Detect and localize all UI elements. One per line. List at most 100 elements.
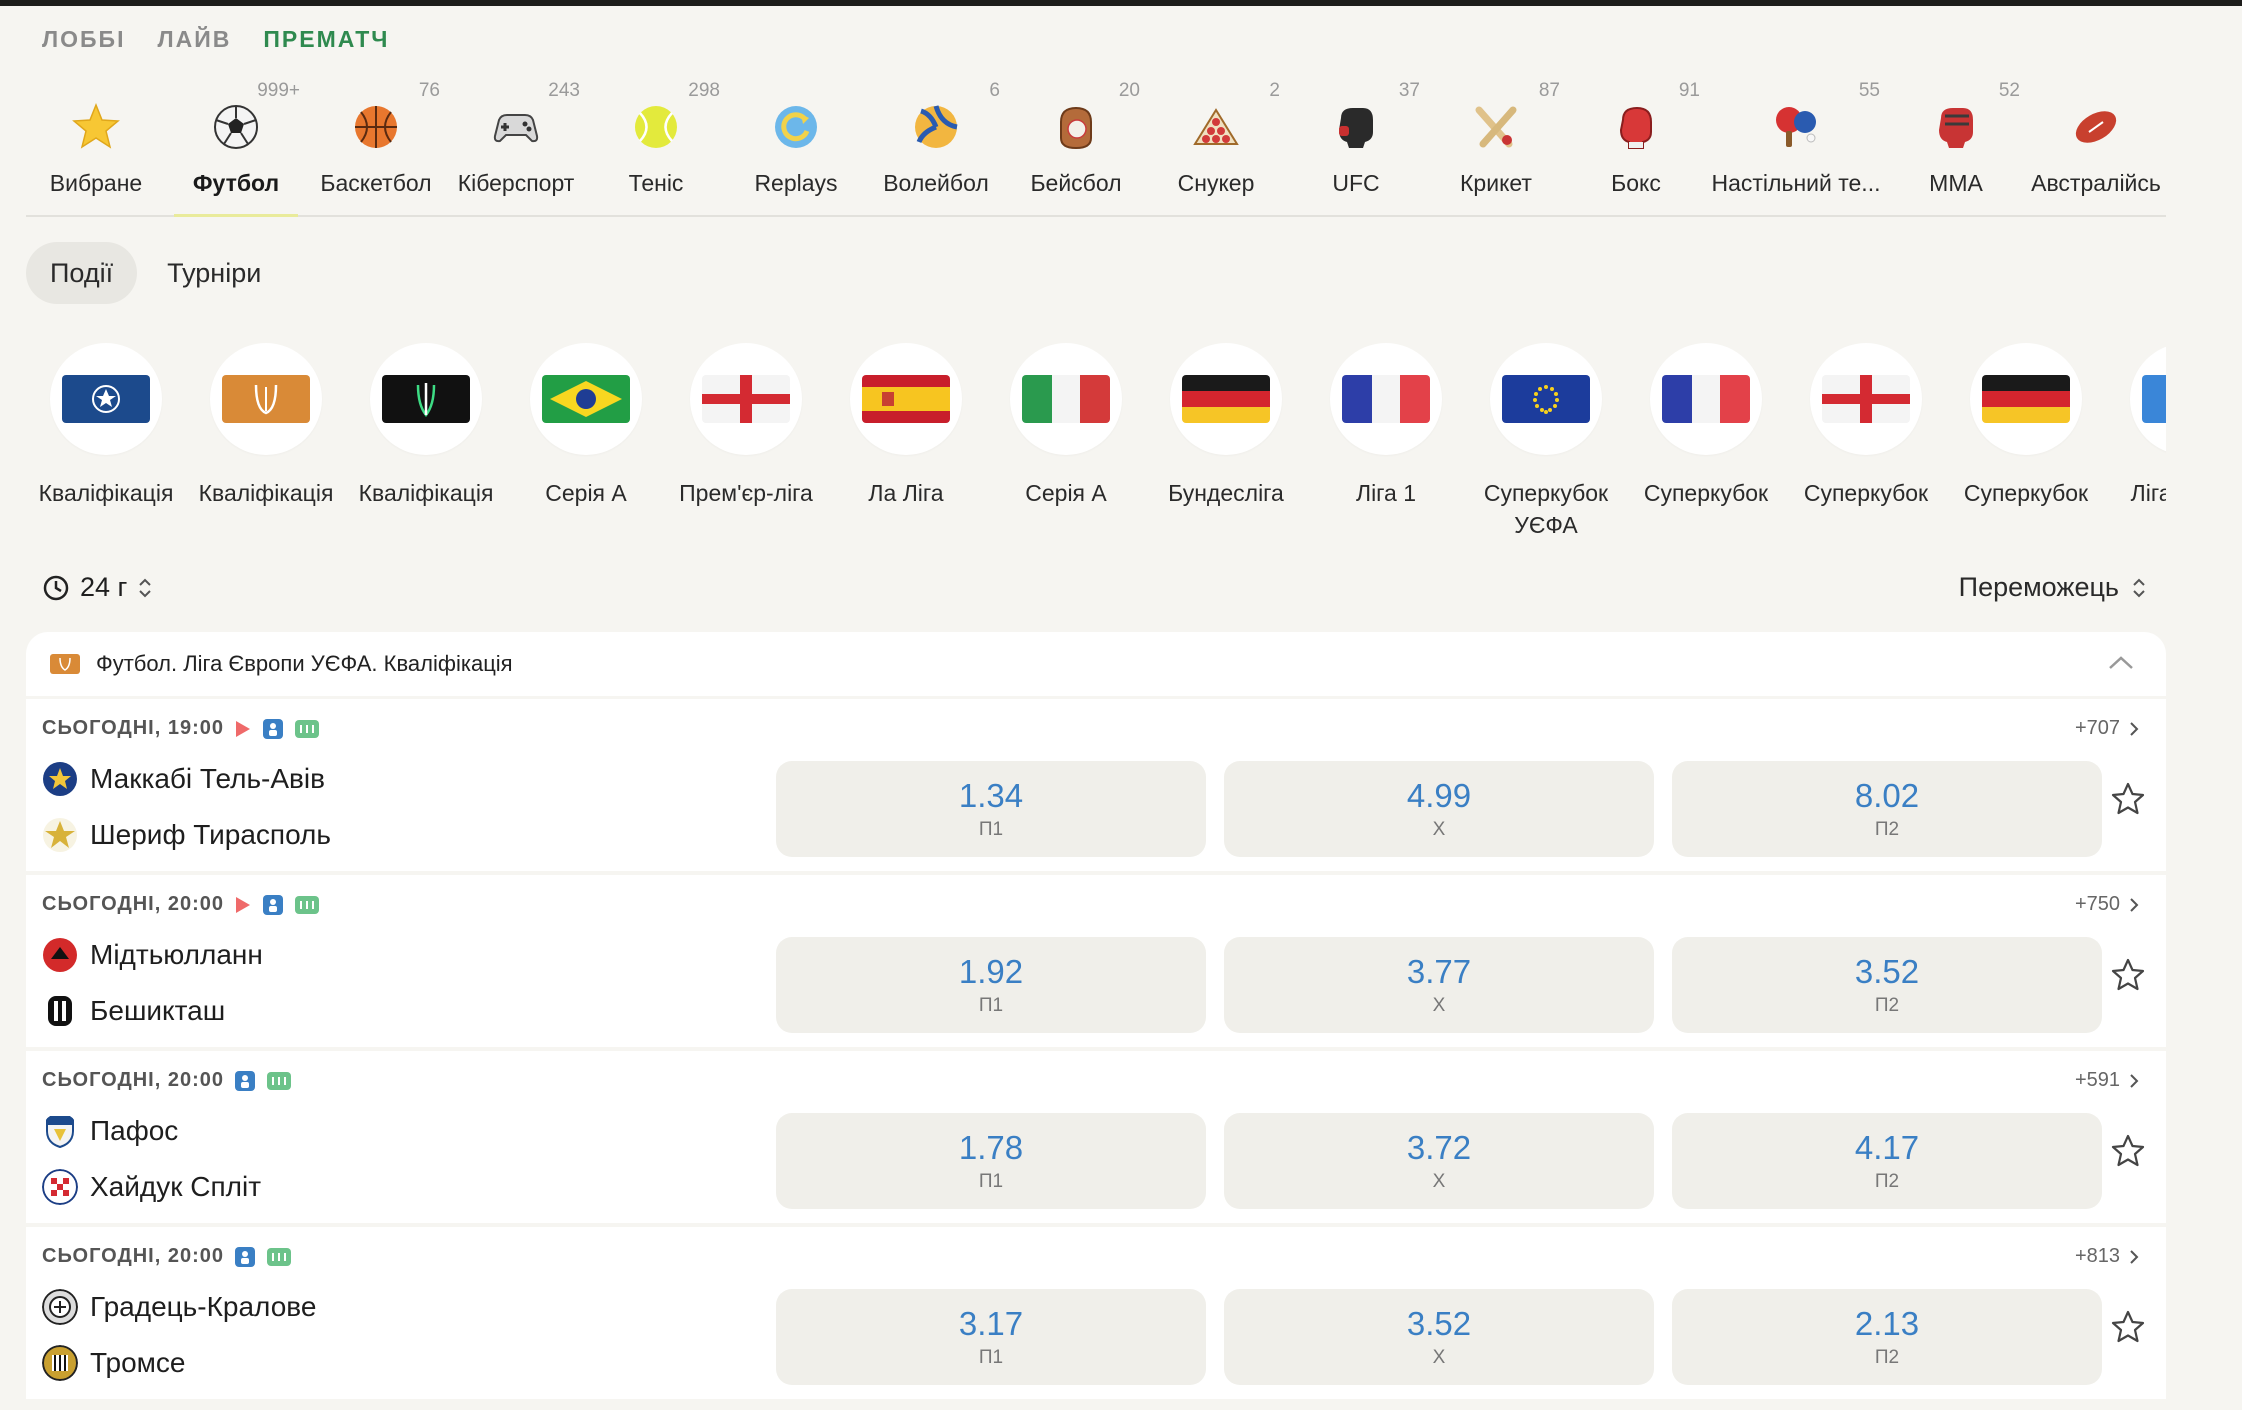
more-markets-count: +750 [2074, 893, 2120, 915]
favorite-star-icon[interactable] [2110, 1133, 2146, 1169]
odd-value: 8.02 [1854, 777, 1920, 814]
tab-tournaments[interactable]: Турніри [143, 242, 285, 304]
sport-esports[interactable]: 243 Кіберспорт [446, 70, 586, 215]
sport-replays[interactable]: Replays [726, 70, 866, 215]
odd-button-away[interactable]: 2.13 П2 [1672, 1289, 2102, 1385]
odd-button-away[interactable]: 3.52 П2 [1672, 937, 2102, 1033]
sport-label: Футбол [192, 170, 280, 196]
favorite-star-icon[interactable] [2110, 781, 2146, 817]
sport-cricket[interactable]: 87 Крикет [1426, 70, 1566, 215]
odd-button-home[interactable]: 1.78 П1 [776, 1113, 1206, 1209]
odd-button-draw[interactable]: 3.72 Х [1224, 1113, 1654, 1209]
more-markets-link[interactable]: +707 [2075, 717, 2140, 740]
sport-australian-football[interactable]: Австралійсь [2026, 70, 2166, 215]
tab-events[interactable]: Події [26, 242, 138, 304]
sport-ufc[interactable]: 37 UFC [1286, 70, 1426, 215]
league-item[interactable]: Ла Ліга [826, 343, 986, 543]
event-time: СЬОГОДНІ, 20:00 [42, 893, 224, 915]
odd-button-home[interactable]: 1.34 П1 [776, 761, 1206, 857]
league-item[interactable]: Кваліфікація [186, 343, 346, 543]
odd-value: 1.34 [958, 777, 1024, 814]
league-item[interactable]: Бундесліга [1146, 343, 1306, 543]
event-row[interactable]: СЬОГОДНІ, 19:00 +707 Маккабі Тель-Авів Ш… [26, 699, 2166, 871]
league-item[interactable]: Суперкубок [1626, 343, 1786, 543]
more-markets-link[interactable]: +591 [2075, 1069, 2140, 1092]
market-filter[interactable]: Переможець [1959, 572, 2147, 603]
odd-value: 4.17 [1854, 1129, 1920, 1166]
odd-button-draw[interactable]: 3.52 Х [1224, 1289, 1654, 1385]
sort-arrows-icon [2133, 578, 2145, 597]
odd-button-away[interactable]: 4.17 П2 [1672, 1113, 2102, 1209]
chevron-up-icon[interactable] [2106, 650, 2136, 676]
odd-value: 3.77 [1406, 953, 1472, 990]
odd-label: П2 [1874, 995, 1900, 1016]
odd-button-home[interactable]: 1.92 П1 [776, 937, 1206, 1033]
more-markets-link[interactable]: +813 [2075, 1245, 2140, 1268]
sport-label: Австралійсь [2031, 170, 2161, 196]
sport-football[interactable]: 999+ Футбол [166, 70, 306, 217]
favorite-star-icon[interactable] [2110, 957, 2146, 993]
nav-lobby[interactable]: ЛОББІ [42, 26, 125, 53]
nav-prematch[interactable]: ПРЕМАТЧ [263, 26, 389, 53]
event-row[interactable]: СЬОГОДНІ, 20:00 +591 Пафос Хайдук Спліт … [26, 1051, 2166, 1223]
league-item[interactable]: Ліга УЄФА [2106, 343, 2166, 543]
league-item[interactable]: Суперкубок УЄФА [1466, 343, 1626, 543]
sport-boxing[interactable]: 91 Бокс [1566, 70, 1706, 215]
nav-live[interactable]: ЛАЙВ [157, 26, 231, 53]
odd-button-home[interactable]: 3.17 П1 [776, 1289, 1206, 1385]
live-stream-icon [236, 720, 250, 737]
sport-count: 243 [548, 80, 580, 101]
sport-count: 2 [1269, 80, 1280, 101]
sport-snooker[interactable]: 2 Снукер [1146, 70, 1286, 215]
sport-table-tennis[interactable]: 55 Настільний те... [1706, 70, 1886, 215]
more-markets-link[interactable]: +750 [2075, 893, 2140, 916]
sport-volleyball[interactable]: 6 Волейбол [866, 70, 1006, 215]
sport-count: 87 [1538, 80, 1560, 101]
tournament-header[interactable]: Футбол. Ліга Європи УЄФА. Кваліфікація [26, 632, 2166, 696]
odd-label: Х [1432, 1171, 1446, 1192]
sport-count: 52 [1998, 80, 2020, 101]
away-team-name: Тромсе [90, 1347, 186, 1378]
sport-favorites[interactable]: Вибране [26, 70, 166, 215]
league-item[interactable]: Серія А [506, 343, 666, 543]
sport-count: 55 [1858, 80, 1880, 101]
sport-label: UFC [1332, 170, 1380, 196]
sport-mma[interactable]: 52 MMA [1886, 70, 2026, 215]
odd-button-draw[interactable]: 3.77 Х [1224, 937, 1654, 1033]
basketball-icon [355, 106, 397, 148]
event-row[interactable]: СЬОГОДНІ, 20:00 +813 Градець-Кралове Тро… [26, 1227, 2166, 1399]
league-item[interactable]: Кваліфікація [26, 343, 186, 543]
sport-count: 6 [989, 80, 1000, 101]
statistics-icon [267, 1071, 291, 1090]
chevron-right-icon [2130, 721, 2139, 736]
sport-tennis[interactable]: 298 Теніс [586, 70, 726, 215]
tennis-ball-icon [635, 106, 677, 148]
champions-league-icon [62, 375, 150, 423]
favorite-star-icon[interactable] [2110, 1309, 2146, 1345]
sport-label: Бейсбол [1030, 170, 1122, 196]
time-filter[interactable]: 24 г [42, 572, 153, 603]
league-item[interactable]: Ліга 1 [1306, 343, 1466, 543]
home-team: Маккабі Тель-Авів [42, 761, 325, 797]
league-label: Ліга 1 [1355, 480, 1417, 506]
odd-button-away[interactable]: 8.02 П2 [1672, 761, 2102, 857]
sports-bar: Вибране 999+ Футбол 76 Баскетбол 243 Кіб… [26, 70, 2166, 217]
league-item[interactable]: Серія А [986, 343, 1146, 543]
sport-label: Кіберспорт [457, 170, 575, 196]
sport-baseball[interactable]: 20 Бейсбол [1006, 70, 1146, 215]
league-item[interactable]: Суперкубок [1786, 343, 1946, 543]
clock-icon [43, 575, 69, 600]
odd-label: Х [1432, 1347, 1446, 1368]
odd-value: 3.52 [1854, 953, 1920, 990]
lineup-icon [235, 1246, 255, 1267]
chevron-right-icon [2130, 1249, 2139, 1264]
event-row[interactable]: СЬОГОДНІ, 20:00 +750 Мідтьюлланн Бешикта… [26, 875, 2166, 1047]
odd-value: 1.78 [958, 1129, 1024, 1166]
odd-value: 2.13 [1854, 1305, 1920, 1342]
league-item[interactable]: Прем'єр-ліга [666, 343, 826, 543]
sport-basketball[interactable]: 76 Баскетбол [306, 70, 446, 215]
odd-button-draw[interactable]: 4.99 Х [1224, 761, 1654, 857]
live-stream-icon [236, 896, 250, 913]
league-item[interactable]: Суперкубок [1946, 343, 2106, 543]
league-item[interactable]: Кваліфікація [346, 343, 506, 543]
